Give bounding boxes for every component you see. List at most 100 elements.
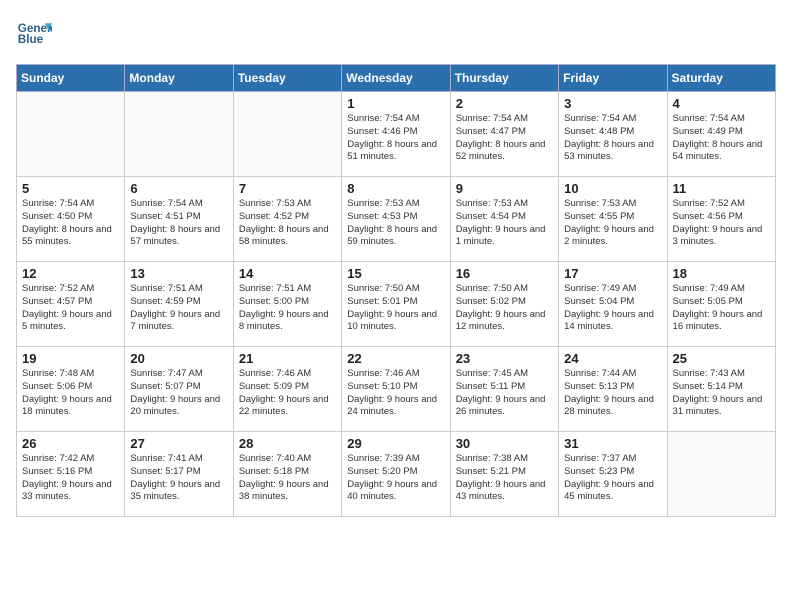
day-info: Sunrise: 7:50 AM Sunset: 5:02 PM Dayligh…: [456, 283, 553, 334]
calendar-week-4: 19Sunrise: 7:48 AM Sunset: 5:06 PM Dayli…: [17, 347, 776, 432]
svg-text:Blue: Blue: [18, 33, 44, 46]
day-info: Sunrise: 7:54 AM Sunset: 4:50 PM Dayligh…: [22, 198, 119, 249]
logo: General Blue: [16, 16, 52, 52]
calendar-cell: 18Sunrise: 7:49 AM Sunset: 5:05 PM Dayli…: [667, 262, 775, 347]
calendar-cell: 22 Sunrise: 7:46 AM Sunset: 5:10 PM Dayli…: [342, 347, 450, 432]
day-number: 27: [130, 436, 227, 451]
day-number: 20: [130, 351, 227, 366]
day-number: 6: [130, 181, 227, 196]
day-info: Sunrise: 7:43 AM Sunset: 5:14 PM Dayligh…: [673, 368, 770, 419]
weekday-header-thursday: Thursday: [450, 65, 558, 92]
calendar-cell: 2 Sunrise: 7:54 AM Sunset: 4:47 PM Daylig…: [450, 92, 558, 177]
day-number: 3: [564, 96, 661, 111]
calendar-week-1: 1 Sunrise: 7:54 AM Sunset: 4:46 PM Daylig…: [17, 92, 776, 177]
day-number: 2: [456, 96, 553, 111]
calendar-cell: 29 Sunrise: 7:39 AM Sunset: 5:20 PM Dayli…: [342, 432, 450, 517]
calendar-cell: [667, 432, 775, 517]
calendar-cell: 12 Sunrise: 7:52 AM Sunset: 4:57 PM Dayli…: [17, 262, 125, 347]
day-number: 21: [239, 351, 336, 366]
logo-icon: General Blue: [16, 16, 52, 52]
weekday-header-monday: Monday: [125, 65, 233, 92]
day-info: Sunrise: 7:41 AM Sunset: 5:17 PM Dayligh…: [130, 453, 227, 504]
day-info: Sunrise: 7:53 AM Sunset: 4:54 PM Dayligh…: [456, 198, 553, 249]
day-info: Sunrise: 7:53 AM Sunset: 4:53 PM Dayligh…: [347, 198, 444, 249]
day-number: 13: [130, 266, 227, 281]
day-number: 17: [564, 266, 661, 281]
day-info: Sunrise: 7:54 AM Sunset: 4:49 PM Dayligh…: [673, 113, 770, 164]
day-number: 1: [347, 96, 444, 111]
day-number: 29: [347, 436, 444, 451]
weekday-header-row: SundayMondayTuesdayWednesdayThursdayFrid…: [17, 65, 776, 92]
day-info: Sunrise: 7:51 AM Sunset: 4:59 PM Dayligh…: [130, 283, 227, 334]
day-info: Sunrise: 7:51 AM Sunset: 5:00 PM Dayligh…: [239, 283, 336, 334]
calendar-cell: [17, 92, 125, 177]
day-info: Sunrise: 7:49 AM Sunset: 5:04 PM Dayligh…: [564, 283, 661, 334]
day-info: Sunrise: 7:54 AM Sunset: 4:47 PM Dayligh…: [456, 113, 553, 164]
day-info: Sunrise: 7:54 AM Sunset: 4:51 PM Dayligh…: [130, 198, 227, 249]
day-info: Sunrise: 7:37 AM Sunset: 5:23 PM Dayligh…: [564, 453, 661, 504]
calendar-cell: 28 Sunrise: 7:40 AM Sunset: 5:18 PM Dayli…: [233, 432, 341, 517]
day-number: 5: [22, 181, 119, 196]
day-info: Sunrise: 7:52 AM Sunset: 4:57 PM Dayligh…: [22, 283, 119, 334]
day-number: 10: [564, 181, 661, 196]
calendar-cell: 7Sunrise: 7:53 AM Sunset: 4:52 PM Daylig…: [233, 177, 341, 262]
calendar-cell: 21Sunrise: 7:46 AM Sunset: 5:09 PM Dayli…: [233, 347, 341, 432]
day-number: 23: [456, 351, 553, 366]
day-info: Sunrise: 7:54 AM Sunset: 4:46 PM Dayligh…: [347, 113, 444, 164]
calendar: SundayMondayTuesdayWednesdayThursdayFrid…: [16, 64, 776, 517]
calendar-cell: 3 Sunrise: 7:54 AM Sunset: 4:48 PM Daylig…: [559, 92, 667, 177]
calendar-cell: 23Sunrise: 7:45 AM Sunset: 5:11 PM Dayli…: [450, 347, 558, 432]
calendar-cell: 24Sunrise: 7:44 AM Sunset: 5:13 PM Dayli…: [559, 347, 667, 432]
day-info: Sunrise: 7:44 AM Sunset: 5:13 PM Dayligh…: [564, 368, 661, 419]
calendar-cell: 9 Sunrise: 7:53 AM Sunset: 4:54 PM Daylig…: [450, 177, 558, 262]
calendar-cell: 19Sunrise: 7:48 AM Sunset: 5:06 PM Dayli…: [17, 347, 125, 432]
weekday-header-saturday: Saturday: [667, 65, 775, 92]
day-info: Sunrise: 7:42 AM Sunset: 5:16 PM Dayligh…: [22, 453, 119, 504]
calendar-cell: 17 Sunrise: 7:49 AM Sunset: 5:04 PM Dayli…: [559, 262, 667, 347]
day-info: Sunrise: 7:39 AM Sunset: 5:20 PM Dayligh…: [347, 453, 444, 504]
weekday-header-tuesday: Tuesday: [233, 65, 341, 92]
day-number: 26: [22, 436, 119, 451]
weekday-header-friday: Friday: [559, 65, 667, 92]
calendar-cell: [233, 92, 341, 177]
day-info: Sunrise: 7:38 AM Sunset: 5:21 PM Dayligh…: [456, 453, 553, 504]
day-number: 25: [673, 351, 770, 366]
day-number: 8: [347, 181, 444, 196]
calendar-cell: 15Sunrise: 7:50 AM Sunset: 5:01 PM Dayli…: [342, 262, 450, 347]
day-info: Sunrise: 7:46 AM Sunset: 5:10 PM Dayligh…: [347, 368, 444, 419]
day-number: 14: [239, 266, 336, 281]
day-number: 22: [347, 351, 444, 366]
day-number: 12: [22, 266, 119, 281]
day-info: Sunrise: 7:54 AM Sunset: 4:48 PM Dayligh…: [564, 113, 661, 164]
day-info: Sunrise: 7:50 AM Sunset: 5:01 PM Dayligh…: [347, 283, 444, 334]
header: General Blue: [16, 16, 776, 52]
calendar-cell: 20 Sunrise: 7:47 AM Sunset: 5:07 PM Dayli…: [125, 347, 233, 432]
day-number: 28: [239, 436, 336, 451]
calendar-cell: 27 Sunrise: 7:41 AM Sunset: 5:17 PM Dayli…: [125, 432, 233, 517]
day-number: 11: [673, 181, 770, 196]
day-info: Sunrise: 7:53 AM Sunset: 4:55 PM Dayligh…: [564, 198, 661, 249]
calendar-cell: 30 Sunrise: 7:38 AM Sunset: 5:21 PM Dayli…: [450, 432, 558, 517]
calendar-cell: 5 Sunrise: 7:54 AM Sunset: 4:50 PM Daylig…: [17, 177, 125, 262]
day-number: 30: [456, 436, 553, 451]
day-number: 31: [564, 436, 661, 451]
day-number: 4: [673, 96, 770, 111]
calendar-cell: 14 Sunrise: 7:51 AM Sunset: 5:00 PM Dayli…: [233, 262, 341, 347]
day-info: Sunrise: 7:52 AM Sunset: 4:56 PM Dayligh…: [673, 198, 770, 249]
day-number: 18: [673, 266, 770, 281]
weekday-header-sunday: Sunday: [17, 65, 125, 92]
calendar-cell: 11 Sunrise: 7:52 AM Sunset: 4:56 PM Dayli…: [667, 177, 775, 262]
calendar-cell: [125, 92, 233, 177]
day-number: 16: [456, 266, 553, 281]
day-info: Sunrise: 7:47 AM Sunset: 5:07 PM Dayligh…: [130, 368, 227, 419]
calendar-week-2: 5 Sunrise: 7:54 AM Sunset: 4:50 PM Daylig…: [17, 177, 776, 262]
day-info: Sunrise: 7:48 AM Sunset: 5:06 PM Dayligh…: [22, 368, 119, 419]
calendar-cell: 25 Sunrise: 7:43 AM Sunset: 5:14 PM Dayli…: [667, 347, 775, 432]
day-number: 9: [456, 181, 553, 196]
day-info: Sunrise: 7:40 AM Sunset: 5:18 PM Dayligh…: [239, 453, 336, 504]
day-number: 7: [239, 181, 336, 196]
calendar-cell: 1 Sunrise: 7:54 AM Sunset: 4:46 PM Daylig…: [342, 92, 450, 177]
calendar-cell: 6 Sunrise: 7:54 AM Sunset: 4:51 PM Daylig…: [125, 177, 233, 262]
calendar-week-3: 12 Sunrise: 7:52 AM Sunset: 4:57 PM Dayli…: [17, 262, 776, 347]
calendar-cell: 10 Sunrise: 7:53 AM Sunset: 4:55 PM Dayli…: [559, 177, 667, 262]
